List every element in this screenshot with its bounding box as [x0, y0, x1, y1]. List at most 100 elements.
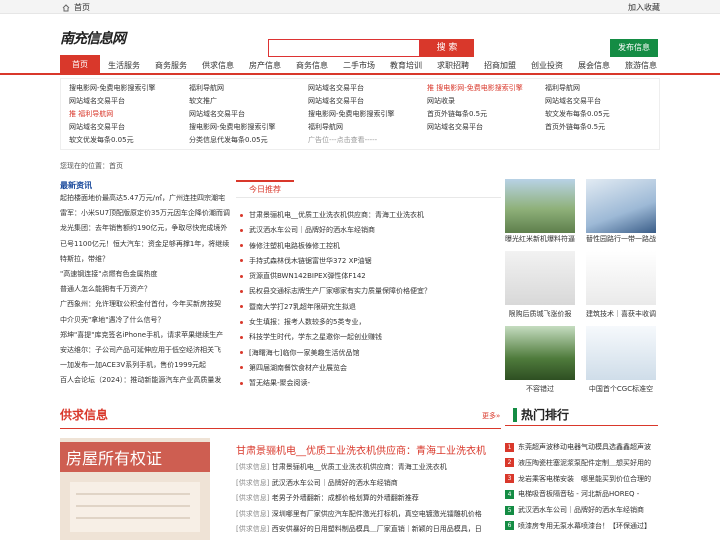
- link-item[interactable]: 首页外链每条0.5元: [545, 122, 610, 135]
- nav-item[interactable]: 供求信息: [202, 60, 234, 71]
- list-item[interactable]: 暂无结果-聚会阅读-: [240, 376, 431, 391]
- list-item[interactable]: 民权县交通标志牌生产厂家哪家有实力质量保障价格便宜？: [240, 284, 431, 299]
- news-item[interactable]: 百人会论坛（2024）：推动新能源汽车产业高质量发: [60, 373, 230, 388]
- list-item[interactable]: [供求信息] 西安供暴好的日用塑料制品模具＿厂家直销｜新颖的日用品模具，日: [236, 522, 482, 538]
- news-photo[interactable]: [586, 326, 656, 380]
- nav-item[interactable]: 商务服务: [155, 60, 187, 71]
- nav-item[interactable]: 教育培训: [390, 60, 422, 71]
- news-item[interactable]: 一加发布一加ACE3V系列手机，售价1999元起: [60, 358, 230, 373]
- news-item[interactable]: 中介贝壳"拿地"遇冷了什么信号？: [60, 313, 230, 328]
- featured-supply-title[interactable]: 甘肃景骊机电__优质工业洗衣机供应商：青海工业洗衣机: [236, 442, 486, 457]
- bullet-icon: [240, 381, 243, 385]
- news-item[interactable]: 特斯拉，带维？: [60, 252, 230, 267]
- link-item[interactable]: 网站域名交易平台: [69, 96, 156, 109]
- home-label: 首页: [74, 3, 90, 12]
- news-photo[interactable]: [586, 251, 656, 305]
- link-item[interactable]: 福利导航网: [308, 122, 395, 135]
- photo-caption[interactable]: 不容错过: [505, 384, 575, 394]
- news-photo[interactable]: [586, 179, 656, 233]
- list-item[interactable]: 第四届湖南餐饮食材产业展览会: [240, 361, 431, 376]
- link-item[interactable]: 软文推广: [189, 96, 276, 109]
- nav-item[interactable]: 生活服务: [108, 60, 140, 71]
- list-item[interactable]: [供求信息] 武汉洒水车公司｜品牌好的洒水车经销商: [236, 476, 482, 492]
- nav-item[interactable]: 二手市场: [343, 60, 375, 71]
- news-item[interactable]: "高速钢连接"点燃有色金属热度: [60, 267, 230, 282]
- more-link[interactable]: 更多»: [482, 411, 500, 421]
- list-item[interactable]: 暨南大学打27乳超年限研究生拟退: [240, 300, 431, 315]
- list-item[interactable]: 货源直供BWN142BIPEX弹性体F142: [240, 269, 431, 284]
- list-item[interactable]: [供求信息] 深圳哪里有厂家供应汽车配件激光打标机，真空电镀激光镭雕机价格: [236, 507, 482, 523]
- photo-caption[interactable]: 替性园路行一带一路战: [586, 234, 656, 244]
- list-item[interactable]: 5 武汉洒水车公司｜品牌好的洒水车经销商: [505, 503, 660, 519]
- link-item[interactable]: 网站域名交易平台: [69, 122, 156, 135]
- link-item[interactable]: 福利导航网: [545, 83, 610, 96]
- photo-caption[interactable]: 限购后质城飞涨价报: [505, 309, 575, 319]
- list-item[interactable]: 6 喷漆房专用无泵水幕喷漆台！【环保通过】: [505, 519, 660, 535]
- list-item[interactable]: [海曙海七]临你一家美趣生活优品馆: [240, 346, 431, 361]
- link-item[interactable]: 搜电影网-免费电影搜索引擎: [189, 122, 276, 135]
- nav-item[interactable]: 房产信息: [249, 60, 281, 71]
- link-item[interactable]: 首页外链每条0.5元: [427, 109, 523, 122]
- link-item[interactable]: 网站域名交易平台: [427, 122, 523, 135]
- nav-item[interactable]: 展会信息: [578, 60, 610, 71]
- bullet-icon: [240, 335, 243, 339]
- link-item[interactable]: 分类信息代发每条0.05元: [189, 135, 276, 148]
- list-item[interactable]: [供求信息] 老男子外墙翻新：成都价格划算的外墙翻新推荐: [236, 491, 482, 507]
- link-item[interactable]: 推 搜电影网-免费电影搜索引擎: [427, 83, 523, 96]
- news-item[interactable]: 龙光集团：去年销售额约190亿元，争取尽快完成境外: [60, 221, 230, 236]
- link-item[interactable]: 搜电影网-免费电影搜索引擎: [308, 109, 395, 122]
- news-item[interactable]: 郑坤"喜提"库克签名iPhone手机，请求苹果继续生产: [60, 328, 230, 343]
- news-item[interactable]: 雷军：小米SU7顶配版原定价35万元因车企降价潮而调: [60, 206, 230, 221]
- site-logo[interactable]: 南充信息网: [60, 28, 126, 48]
- photo-caption[interactable]: 建筑技术｜喜获丰收调: [586, 309, 656, 319]
- bullet-icon: [240, 320, 243, 324]
- list-item[interactable]: 女生填报：报考人数较多的5类专业，: [240, 315, 431, 330]
- link-item[interactable]: 搜电影网-免费电影搜索引擎: [69, 83, 156, 96]
- nav-item[interactable]: 招商加盟: [484, 60, 516, 71]
- bullet-icon: [240, 305, 243, 309]
- link-item[interactable]: 网站域名交易平台: [545, 96, 610, 109]
- bullet-icon: [240, 213, 243, 217]
- nav-item[interactable]: 创业投资: [531, 60, 563, 71]
- list-item[interactable]: 傣修注塑机电路板傣修工控机: [240, 239, 431, 254]
- tab-today-recommend[interactable]: 今日推荐: [236, 180, 294, 197]
- news-photo[interactable]: [505, 326, 575, 380]
- rank-badge: 5: [505, 505, 514, 515]
- list-item[interactable]: 3 龙岩乘客电梯安装 哪里能买到价位合理的: [505, 472, 660, 488]
- nav-item[interactable]: 旅游信息: [625, 60, 657, 71]
- news-item[interactable]: 广西象州：允许理取公积金付首付，今年买新房按契: [60, 297, 230, 312]
- news-item[interactable]: 已号1100亿元！恒大汽车：资金足够再撑1年，将继续: [60, 237, 230, 252]
- title-bar-icon: [513, 408, 517, 422]
- list-item[interactable]: 武汉洒水车公司｜品牌好的洒水车经销商: [240, 223, 431, 238]
- link-item[interactable]: 福利导航网: [189, 83, 276, 96]
- news-item[interactable]: 普通人怎么能拥有千万资产？: [60, 282, 230, 297]
- nav-item[interactable]: 商务信息: [296, 60, 328, 71]
- link-item[interactable]: 软文优发每条0.05元: [69, 135, 156, 148]
- list-item[interactable]: 科技学生时代，学东之星邀你一起创业赚钱: [240, 330, 431, 345]
- link-item[interactable]: 软文发布每条0.05元: [545, 109, 610, 122]
- news-item[interactable]: 安达维尔：子公司产品可延伸应用于低空经济相关飞: [60, 343, 230, 358]
- svg-text:房屋所有权证: 房屋所有权证: [66, 449, 162, 468]
- home-link[interactable]: 首页: [62, 2, 90, 13]
- list-item[interactable]: 手持式森林伐木链锯富世华372 XP油锯: [240, 254, 431, 269]
- news-item[interactable]: 起拍楼面地价最高达5.47万元/㎡，广州连挂四宗潮宅: [60, 191, 230, 206]
- list-item[interactable]: 4 电梯吸音板隔音毡 - 河北新品HOREQ -: [505, 487, 660, 503]
- link-item[interactable]: 网站域名交易平台: [308, 83, 395, 96]
- link-item[interactable]: 网站域名交易平台: [189, 109, 276, 122]
- photo-caption[interactable]: 中国首个CGC标准空: [586, 384, 656, 394]
- news-photo[interactable]: [505, 179, 575, 233]
- list-item[interactable]: 1 东莞超声波移动电器气动模具选鑫鑫超声波: [505, 440, 660, 456]
- ad-link[interactable]: 广告位---点击查看-----: [308, 135, 395, 148]
- add-favorite-link[interactable]: 加入收藏: [628, 2, 660, 13]
- list-item[interactable]: [供求信息] 甘肃景骊机电__优质工业洗衣机供应商：青海工业洗衣机: [236, 460, 482, 476]
- list-item[interactable]: 甘肃景骊机电__优质工业洗衣机供应商：青海工业洗衣机: [240, 208, 431, 223]
- nav-item[interactable]: 求职招聘: [437, 60, 469, 71]
- nav-item-home[interactable]: 首页: [60, 55, 100, 75]
- photo-caption[interactable]: 曝光红米新机爆料符逼: [505, 234, 575, 244]
- link-item[interactable]: 推 福利导航网: [69, 109, 156, 122]
- supply-photo[interactable]: 房屋所有权证: [60, 438, 210, 540]
- news-photo[interactable]: [505, 251, 575, 305]
- link-item[interactable]: 网站收录: [427, 96, 523, 109]
- list-item[interactable]: 2 液压陶瓷柱塞泥浆泵配件定制＿想买好用的: [505, 456, 660, 472]
- link-item[interactable]: 网站域名交易平台: [308, 96, 395, 109]
